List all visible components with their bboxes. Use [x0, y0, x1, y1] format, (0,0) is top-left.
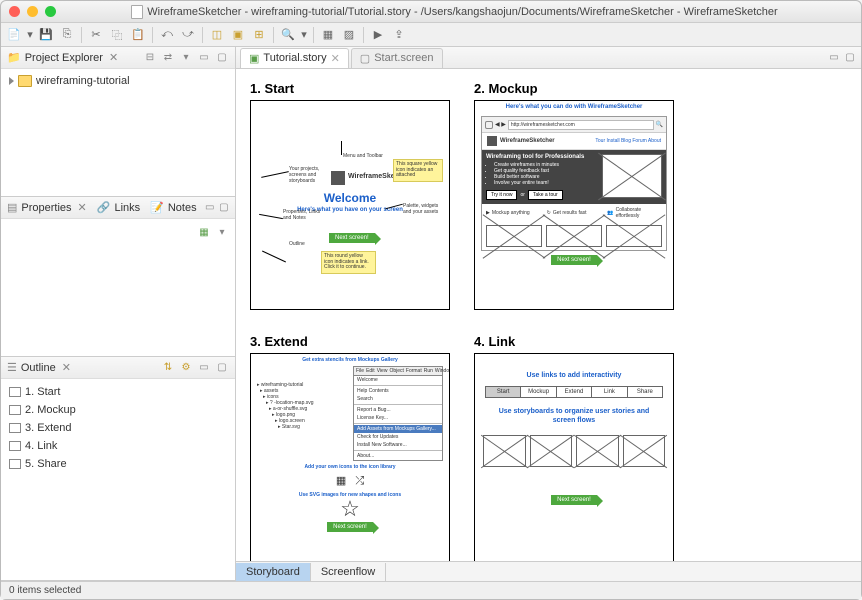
frame-start[interactable]: Menu and Toolbar Your projects, screens …	[250, 100, 450, 310]
close-icon[interactable]: ✕	[78, 201, 87, 214]
filter-icon[interactable]: ⚙	[179, 361, 193, 375]
notes-tab[interactable]: Notes	[168, 202, 197, 214]
screenflow-tab[interactable]: Screenflow	[311, 563, 386, 581]
status-text: 0 items selected	[9, 585, 81, 596]
folder-icon	[18, 75, 32, 87]
screen-icon	[9, 405, 21, 415]
group-button[interactable]: ▦	[319, 26, 337, 44]
ungroup-button[interactable]: ▨	[340, 26, 358, 44]
link-editor-icon[interactable]: ⇄	[161, 51, 175, 65]
outline-item[interactable]: 5. Share	[7, 455, 229, 473]
frame-title: 1. Start	[250, 81, 450, 96]
zoom-button[interactable]: 🔍	[279, 26, 297, 44]
sort-icon[interactable]: ⇅	[161, 361, 175, 375]
minimize-icon[interactable]: ▭	[197, 51, 211, 65]
titlebar: WireframeSketcher - wireframing-tutorial…	[1, 1, 861, 23]
new-button[interactable]: 📄	[5, 26, 23, 44]
align-left-button[interactable]: ◫	[208, 26, 226, 44]
collapse-all-icon[interactable]: ⊟	[143, 51, 157, 65]
main-toolbar: 📄 ▾ 💾 ⎘ ✂ ⿻ 📋 ⤺ ⤻ ◫ ▣ ⊞ 🔍 ▾ ▦ ▨ ▶ ⇪	[1, 23, 861, 47]
minimize-icon[interactable]: ▭	[827, 51, 841, 65]
close-icon[interactable]: ✕	[109, 51, 118, 64]
bottom-tabs: Storyboard Screenflow	[236, 561, 861, 581]
outline-item[interactable]: 4. Link	[7, 437, 229, 455]
screen-icon	[9, 441, 21, 451]
tree-item[interactable]: wireframing-tutorial	[5, 73, 231, 89]
close-icon[interactable]: ✕	[331, 52, 340, 65]
window-title: WireframeSketcher - wireframing-tutorial…	[147, 6, 777, 18]
export-button[interactable]: ⇪	[390, 26, 408, 44]
project-explorer-title: Project Explorer	[25, 52, 103, 64]
close-icon[interactable]: ✕	[62, 361, 71, 374]
status-bar: 0 items selected	[1, 581, 861, 599]
save-button[interactable]: 💾	[37, 26, 55, 44]
outline-item[interactable]: 3. Extend	[7, 419, 229, 437]
editor-tabs: ▣ Tutorial.story ✕ ▢ Start.screen ▭ ▢	[236, 47, 861, 69]
view-menu-icon[interactable]: ▾	[179, 51, 193, 65]
tree-item-label: wireframing-tutorial	[36, 75, 130, 87]
undo-button[interactable]: ⤺	[158, 26, 176, 44]
new-dropdown[interactable]: ▾	[26, 26, 34, 44]
maximize-icon[interactable]: ▢	[215, 361, 229, 375]
minimize-window[interactable]	[27, 6, 38, 17]
screen-icon	[9, 423, 21, 433]
frame-title: 2. Mockup	[474, 81, 674, 96]
menu-icon[interactable]: ▾	[215, 225, 229, 239]
project-explorer-panel: 📁 Project Explorer ✕ ⊟ ⇄ ▾ ▭ ▢ wireframi…	[1, 47, 235, 197]
tab-label: Start.screen	[374, 52, 433, 64]
outline-item[interactable]: 2. Mockup	[7, 401, 229, 419]
canvas[interactable]: 1. Start Menu and Toolbar Your projects,…	[236, 69, 861, 561]
redo-button[interactable]: ⤻	[179, 26, 197, 44]
frame-title: 3. Extend	[250, 334, 450, 349]
cut-button[interactable]: ✂	[87, 26, 105, 44]
outline-panel: ☰ Outline ✕ ⇅ ⚙ ▭ ▢ 1. Start2. Mockup3. …	[1, 357, 235, 581]
align-center-button[interactable]: ▣	[229, 26, 247, 44]
outline-title: Outline	[21, 362, 56, 374]
frame-title: 4. Link	[474, 334, 674, 349]
minimize-icon[interactable]: ▭	[205, 201, 215, 215]
tab-label: Tutorial.story	[263, 52, 326, 64]
maximize-icon[interactable]: ▢	[843, 51, 857, 65]
properties-panel: ▤ Properties ✕ 🔗 Links 📝 Notes ▭ ▢ ▦ ▾	[1, 197, 235, 357]
minimize-icon[interactable]: ▭	[197, 361, 211, 375]
expand-arrow-icon[interactable]	[9, 77, 14, 85]
frame-extend[interactable]: Get extra stencils from Mockups Gallery …	[250, 353, 450, 561]
zoom-dropdown[interactable]: ▾	[300, 26, 308, 44]
links-tab[interactable]: Links	[114, 202, 140, 214]
run-button[interactable]: ▶	[369, 26, 387, 44]
zoom-window[interactable]	[45, 6, 56, 17]
frame-link[interactable]: Use links to add interactivity StartMock…	[474, 353, 674, 561]
paste-button[interactable]: 📋	[129, 26, 147, 44]
maximize-icon[interactable]: ▢	[219, 201, 229, 215]
save-all-button[interactable]: ⎘	[58, 26, 76, 44]
outline-item[interactable]: 1. Start	[7, 383, 229, 401]
new-category-icon[interactable]: ▦	[197, 225, 211, 239]
properties-tab[interactable]: Properties	[21, 202, 71, 214]
close-window[interactable]	[9, 6, 20, 17]
screen-icon	[9, 459, 21, 469]
distribute-button[interactable]: ⊞	[250, 26, 268, 44]
storyboard-tab[interactable]: Storyboard	[236, 563, 311, 581]
screen-icon	[9, 387, 21, 397]
copy-button[interactable]: ⿻	[108, 26, 126, 44]
maximize-icon[interactable]: ▢	[215, 51, 229, 65]
document-icon	[131, 5, 143, 19]
editor-tab-tutorial[interactable]: ▣ Tutorial.story ✕	[240, 48, 349, 68]
editor-tab-start[interactable]: ▢ Start.screen	[351, 48, 443, 68]
frame-mockup[interactable]: Here's what you can do with WireframeSke…	[474, 100, 674, 310]
